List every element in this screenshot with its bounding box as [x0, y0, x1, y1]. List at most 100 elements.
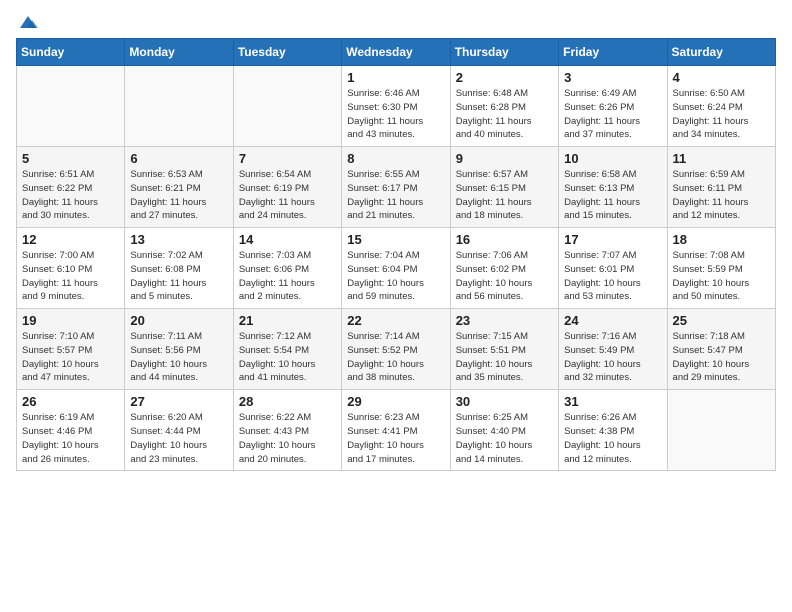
calendar-day-cell: 28 Sunrise: 6:22 AM Sunset: 4:43 PM Dayli…	[233, 390, 341, 471]
calendar-day-cell: 1 Sunrise: 6:46 AM Sunset: 6:30 PM Daylig…	[342, 66, 450, 147]
day-info: Sunrise: 7:12 AM Sunset: 5:54 PM Dayligh…	[239, 330, 336, 385]
weekday-header: Monday	[125, 39, 233, 66]
day-number: 31	[564, 394, 661, 409]
day-info: Sunrise: 6:25 AM Sunset: 4:40 PM Dayligh…	[456, 411, 553, 466]
day-info: Sunrise: 7:15 AM Sunset: 5:51 PM Dayligh…	[456, 330, 553, 385]
day-info: Sunrise: 6:59 AM Sunset: 6:11 PM Dayligh…	[673, 168, 770, 223]
calendar-day-cell: 5 Sunrise: 6:51 AM Sunset: 6:22 PM Daylig…	[17, 147, 125, 228]
day-info: Sunrise: 7:14 AM Sunset: 5:52 PM Dayligh…	[347, 330, 444, 385]
day-number: 16	[456, 232, 553, 247]
day-number: 22	[347, 313, 444, 328]
day-info: Sunrise: 7:10 AM Sunset: 5:57 PM Dayligh…	[22, 330, 119, 385]
day-info: Sunrise: 7:18 AM Sunset: 5:47 PM Dayligh…	[673, 330, 770, 385]
day-number: 8	[347, 151, 444, 166]
day-number: 30	[456, 394, 553, 409]
day-number: 11	[673, 151, 770, 166]
day-info: Sunrise: 6:50 AM Sunset: 6:24 PM Dayligh…	[673, 87, 770, 142]
day-info: Sunrise: 6:57 AM Sunset: 6:15 PM Dayligh…	[456, 168, 553, 223]
day-info: Sunrise: 7:07 AM Sunset: 6:01 PM Dayligh…	[564, 249, 661, 304]
calendar-day-cell: 15 Sunrise: 7:04 AM Sunset: 6:04 PM Dayli…	[342, 228, 450, 309]
weekday-header: Sunday	[17, 39, 125, 66]
day-info: Sunrise: 6:49 AM Sunset: 6:26 PM Dayligh…	[564, 87, 661, 142]
calendar-day-cell	[17, 66, 125, 147]
calendar-day-cell: 22 Sunrise: 7:14 AM Sunset: 5:52 PM Dayli…	[342, 309, 450, 390]
calendar-week-row: 1 Sunrise: 6:46 AM Sunset: 6:30 PM Daylig…	[17, 66, 776, 147]
day-number: 13	[130, 232, 227, 247]
calendar-day-cell	[667, 390, 775, 471]
day-number: 28	[239, 394, 336, 409]
day-number: 4	[673, 70, 770, 85]
calendar-week-row: 19 Sunrise: 7:10 AM Sunset: 5:57 PM Dayli…	[17, 309, 776, 390]
calendar-day-cell: 13 Sunrise: 7:02 AM Sunset: 6:08 PM Dayli…	[125, 228, 233, 309]
day-info: Sunrise: 7:11 AM Sunset: 5:56 PM Dayligh…	[130, 330, 227, 385]
calendar-day-cell: 17 Sunrise: 7:07 AM Sunset: 6:01 PM Dayli…	[559, 228, 667, 309]
day-number: 20	[130, 313, 227, 328]
day-number: 29	[347, 394, 444, 409]
calendar-day-cell: 16 Sunrise: 7:06 AM Sunset: 6:02 PM Dayli…	[450, 228, 558, 309]
calendar-day-cell: 19 Sunrise: 7:10 AM Sunset: 5:57 PM Dayli…	[17, 309, 125, 390]
day-number: 26	[22, 394, 119, 409]
day-number: 10	[564, 151, 661, 166]
day-info: Sunrise: 6:51 AM Sunset: 6:22 PM Dayligh…	[22, 168, 119, 223]
day-number: 5	[22, 151, 119, 166]
calendar-day-cell: 24 Sunrise: 7:16 AM Sunset: 5:49 PM Dayli…	[559, 309, 667, 390]
day-info: Sunrise: 6:46 AM Sunset: 6:30 PM Dayligh…	[347, 87, 444, 142]
calendar-day-cell: 25 Sunrise: 7:18 AM Sunset: 5:47 PM Dayli…	[667, 309, 775, 390]
calendar-day-cell: 10 Sunrise: 6:58 AM Sunset: 6:13 PM Dayli…	[559, 147, 667, 228]
day-number: 12	[22, 232, 119, 247]
calendar-day-cell	[125, 66, 233, 147]
calendar-day-cell: 23 Sunrise: 7:15 AM Sunset: 5:51 PM Dayli…	[450, 309, 558, 390]
day-info: Sunrise: 6:20 AM Sunset: 4:44 PM Dayligh…	[130, 411, 227, 466]
day-info: Sunrise: 6:23 AM Sunset: 4:41 PM Dayligh…	[347, 411, 444, 466]
calendar-day-cell: 7 Sunrise: 6:54 AM Sunset: 6:19 PM Daylig…	[233, 147, 341, 228]
day-info: Sunrise: 6:55 AM Sunset: 6:17 PM Dayligh…	[347, 168, 444, 223]
logo-icon	[18, 14, 38, 30]
day-number: 3	[564, 70, 661, 85]
day-number: 18	[673, 232, 770, 247]
day-info: Sunrise: 6:54 AM Sunset: 6:19 PM Dayligh…	[239, 168, 336, 223]
calendar-day-cell	[233, 66, 341, 147]
day-number: 19	[22, 313, 119, 328]
calendar-day-cell: 6 Sunrise: 6:53 AM Sunset: 6:21 PM Daylig…	[125, 147, 233, 228]
day-number: 15	[347, 232, 444, 247]
day-number: 1	[347, 70, 444, 85]
day-number: 24	[564, 313, 661, 328]
weekday-header: Tuesday	[233, 39, 341, 66]
day-info: Sunrise: 6:53 AM Sunset: 6:21 PM Dayligh…	[130, 168, 227, 223]
day-number: 17	[564, 232, 661, 247]
calendar-table: SundayMondayTuesdayWednesdayThursdayFrid…	[16, 38, 776, 471]
calendar-day-cell: 21Sunrise: 7:12 AM Sunset: 5:54 PM Dayli…	[233, 309, 341, 390]
day-info: Sunrise: 7:08 AM Sunset: 5:59 PM Dayligh…	[673, 249, 770, 304]
day-number: 2	[456, 70, 553, 85]
calendar-day-cell: 20 Sunrise: 7:11 AM Sunset: 5:56 PM Dayli…	[125, 309, 233, 390]
day-info: Sunrise: 7:00 AM Sunset: 6:10 PM Dayligh…	[22, 249, 119, 304]
calendar-day-cell: 8 Sunrise: 6:55 AM Sunset: 6:17 PM Daylig…	[342, 147, 450, 228]
day-number: 7	[239, 151, 336, 166]
day-info: Sunrise: 6:48 AM Sunset: 6:28 PM Dayligh…	[456, 87, 553, 142]
day-number: 14	[239, 232, 336, 247]
calendar-day-cell: 29 Sunrise: 6:23 AM Sunset: 4:41 PM Dayli…	[342, 390, 450, 471]
day-info: Sunrise: 7:02 AM Sunset: 6:08 PM Dayligh…	[130, 249, 227, 304]
calendar-day-cell: 12 Sunrise: 7:00 AM Sunset: 6:10 PM Dayli…	[17, 228, 125, 309]
day-number: 25	[673, 313, 770, 328]
day-info: Sunrise: 7:03 AM Sunset: 6:06 PM Dayligh…	[239, 249, 336, 304]
day-info: Sunrise: 7:04 AM Sunset: 6:04 PM Dayligh…	[347, 249, 444, 304]
day-info: Sunrise: 6:58 AM Sunset: 6:13 PM Dayligh…	[564, 168, 661, 223]
page-header	[16, 16, 776, 26]
day-info: Sunrise: 6:19 AM Sunset: 4:46 PM Dayligh…	[22, 411, 119, 466]
day-info: Sunrise: 7:06 AM Sunset: 6:02 PM Dayligh…	[456, 249, 553, 304]
calendar-day-cell: 27Sunrise: 6:20 AM Sunset: 4:44 PM Dayli…	[125, 390, 233, 471]
calendar-day-cell: 26 Sunrise: 6:19 AM Sunset: 4:46 PM Dayli…	[17, 390, 125, 471]
day-info: Sunrise: 6:22 AM Sunset: 4:43 PM Dayligh…	[239, 411, 336, 466]
day-number: 23	[456, 313, 553, 328]
day-info: Sunrise: 7:16 AM Sunset: 5:49 PM Dayligh…	[564, 330, 661, 385]
calendar-day-cell: 31 Sunrise: 6:26 AM Sunset: 4:38 PM Dayli…	[559, 390, 667, 471]
calendar-header-row: SundayMondayTuesdayWednesdayThursdayFrid…	[17, 39, 776, 66]
calendar-day-cell: 30 Sunrise: 6:25 AM Sunset: 4:40 PM Dayli…	[450, 390, 558, 471]
weekday-header: Wednesday	[342, 39, 450, 66]
calendar-day-cell: 9Sunrise: 6:57 AM Sunset: 6:15 PM Daylig…	[450, 147, 558, 228]
day-info: Sunrise: 6:26 AM Sunset: 4:38 PM Dayligh…	[564, 411, 661, 466]
calendar-day-cell: 14 Sunrise: 7:03 AM Sunset: 6:06 PM Dayli…	[233, 228, 341, 309]
day-number: 6	[130, 151, 227, 166]
calendar-day-cell: 4 Sunrise: 6:50 AM Sunset: 6:24 PM Daylig…	[667, 66, 775, 147]
